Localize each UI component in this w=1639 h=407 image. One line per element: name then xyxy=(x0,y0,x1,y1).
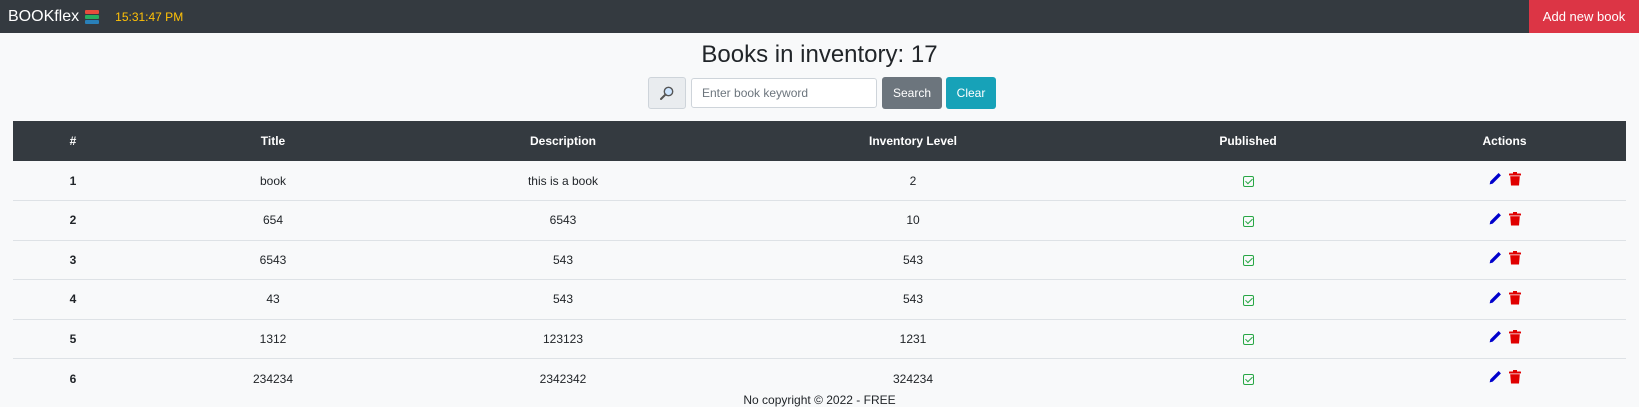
row-number: 2 xyxy=(69,213,77,228)
delete-icon[interactable] xyxy=(1509,251,1521,265)
row-actions xyxy=(1383,161,1626,201)
row-published xyxy=(1113,280,1383,320)
table-row: 4 43 543 543 xyxy=(13,280,1626,320)
books-table: # Title Description Inventory Level Publ… xyxy=(13,121,1626,398)
delete-icon[interactable] xyxy=(1509,290,1521,305)
delete-icon[interactable] xyxy=(1509,370,1521,384)
row-actions xyxy=(1383,201,1626,241)
edit-icon[interactable] xyxy=(1488,291,1502,305)
published-check-icon xyxy=(1242,334,1254,346)
row-number: 4 xyxy=(69,292,77,307)
add-new-book-button[interactable]: Add new book xyxy=(1529,0,1639,33)
table-row: 1 book this is a book 2 xyxy=(13,161,1626,201)
row-actions xyxy=(1383,280,1626,320)
table-row: 5 1312 123123 1231 xyxy=(13,319,1626,359)
search-bar: Search Clear xyxy=(648,77,996,109)
row-number: 3 xyxy=(69,252,77,267)
delete-icon[interactable] xyxy=(1509,172,1521,186)
row-description: this is a book xyxy=(527,173,599,188)
row-published xyxy=(1113,201,1383,241)
footer: No copyright © 2022 - FREE xyxy=(743,393,896,407)
table-row: 2 654 6543 10 xyxy=(13,201,1626,241)
row-title: 43 xyxy=(266,292,280,307)
navbar: BOOKflex 15:31:47 PM Add new book xyxy=(0,0,1639,33)
header-description: Description xyxy=(529,134,596,148)
search-button[interactable]: Search xyxy=(882,77,942,109)
books-icon xyxy=(85,9,100,24)
brand-name[interactable]: BOOKflex xyxy=(8,8,79,26)
row-inventory: 543 xyxy=(902,252,924,267)
row-actions xyxy=(1383,240,1626,280)
row-number: 1 xyxy=(69,173,77,188)
row-published xyxy=(1113,240,1383,280)
delete-icon[interactable] xyxy=(1509,211,1521,226)
edit-icon[interactable] xyxy=(1488,251,1502,265)
published-check-icon xyxy=(1242,215,1254,227)
header-inventory-level: Inventory Level xyxy=(868,134,958,148)
clear-button[interactable]: Clear xyxy=(946,77,996,109)
published-check-icon xyxy=(1242,373,1254,385)
row-title: book xyxy=(259,173,287,188)
table-header-row: # Title Description Inventory Level Publ… xyxy=(13,121,1626,161)
row-number: 5 xyxy=(69,331,77,346)
row-inventory: 10 xyxy=(906,213,920,228)
page-title: Books in inventory: 17 xyxy=(701,41,938,68)
edit-icon[interactable] xyxy=(1488,370,1502,384)
magnifier-icon[interactable] xyxy=(648,77,686,109)
row-description: 123123 xyxy=(542,331,584,346)
row-inventory: 543 xyxy=(902,292,924,307)
published-check-icon xyxy=(1242,294,1254,306)
row-published xyxy=(1113,161,1383,201)
header-number: # xyxy=(69,134,77,148)
table-row: 3 6543 543 543 xyxy=(13,240,1626,280)
clock: 15:31:47 PM xyxy=(115,9,184,24)
row-actions xyxy=(1383,319,1626,359)
row-title: 6543 xyxy=(259,252,287,267)
row-inventory: 2 xyxy=(909,173,917,188)
header-actions: Actions xyxy=(1482,134,1527,148)
row-description: 543 xyxy=(552,252,574,267)
edit-icon[interactable] xyxy=(1488,330,1502,344)
published-check-icon xyxy=(1242,175,1254,187)
brand[interactable]: BOOKflex xyxy=(8,8,100,26)
header-title: Title xyxy=(260,134,286,148)
row-title: 654 xyxy=(262,213,284,228)
delete-icon[interactable] xyxy=(1509,330,1521,344)
edit-icon[interactable] xyxy=(1488,212,1502,226)
row-inventory: 1231 xyxy=(899,331,927,346)
row-description: 6543 xyxy=(549,213,577,228)
header-published: Published xyxy=(1219,134,1277,148)
row-published xyxy=(1113,319,1383,359)
published-check-icon xyxy=(1242,255,1254,267)
row-title: 1312 xyxy=(259,331,287,346)
row-description: 543 xyxy=(552,292,574,307)
edit-icon[interactable] xyxy=(1488,172,1502,186)
search-input[interactable] xyxy=(691,78,877,108)
